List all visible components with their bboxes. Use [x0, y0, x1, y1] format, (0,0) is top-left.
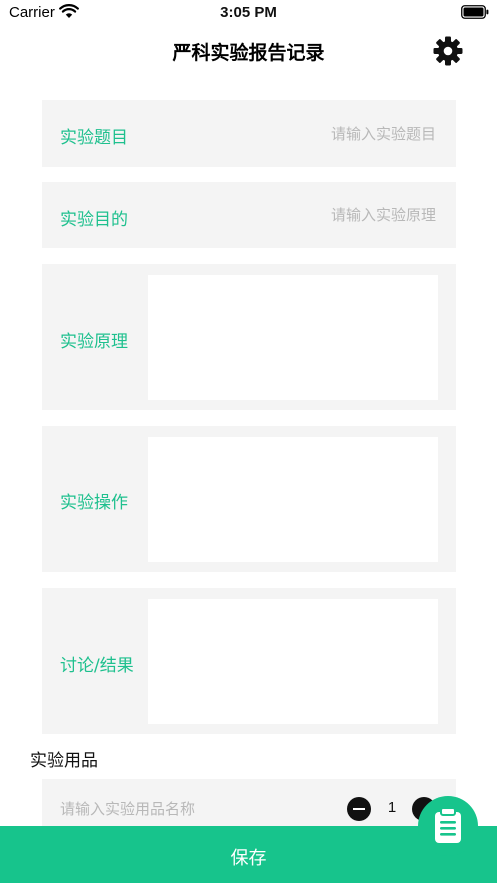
field-title-label: 实验题目: [60, 128, 128, 148]
principle-textarea[interactable]: [148, 275, 438, 400]
clipboard-icon: [435, 807, 461, 843]
supply-name-input[interactable]: [60, 797, 320, 821]
field-operation-label: 实验操作: [60, 493, 128, 513]
status-bar: Carrier 3:05 PM: [0, 0, 497, 26]
field-title-row: 实验题目: [42, 100, 456, 167]
page-title: 严科实验报告记录: [172, 42, 325, 64]
gear-icon[interactable]: [432, 35, 464, 67]
supplies-heading: 实验用品: [30, 751, 98, 771]
discussion-textarea[interactable]: [148, 599, 438, 724]
status-time: 3:05 PM: [220, 4, 277, 21]
field-principle-label: 实验原理: [60, 332, 128, 352]
field-operation-row: 实验操作: [42, 426, 456, 572]
purpose-input[interactable]: [196, 182, 436, 248]
title-input[interactable]: [196, 100, 436, 167]
field-purpose-row: 实验目的: [42, 182, 456, 248]
records-fab[interactable]: [418, 796, 478, 856]
field-discussion-label: 讨论/结果: [60, 656, 134, 676]
battery-icon: [461, 5, 489, 19]
decrease-quantity-button[interactable]: [347, 797, 371, 821]
field-purpose-label: 实验目的: [60, 210, 128, 230]
operation-textarea[interactable]: [148, 437, 438, 562]
quantity-value: 1: [387, 799, 397, 816]
field-principle-row: 实验原理: [42, 264, 456, 410]
field-discussion-row: 讨论/结果: [42, 588, 456, 734]
